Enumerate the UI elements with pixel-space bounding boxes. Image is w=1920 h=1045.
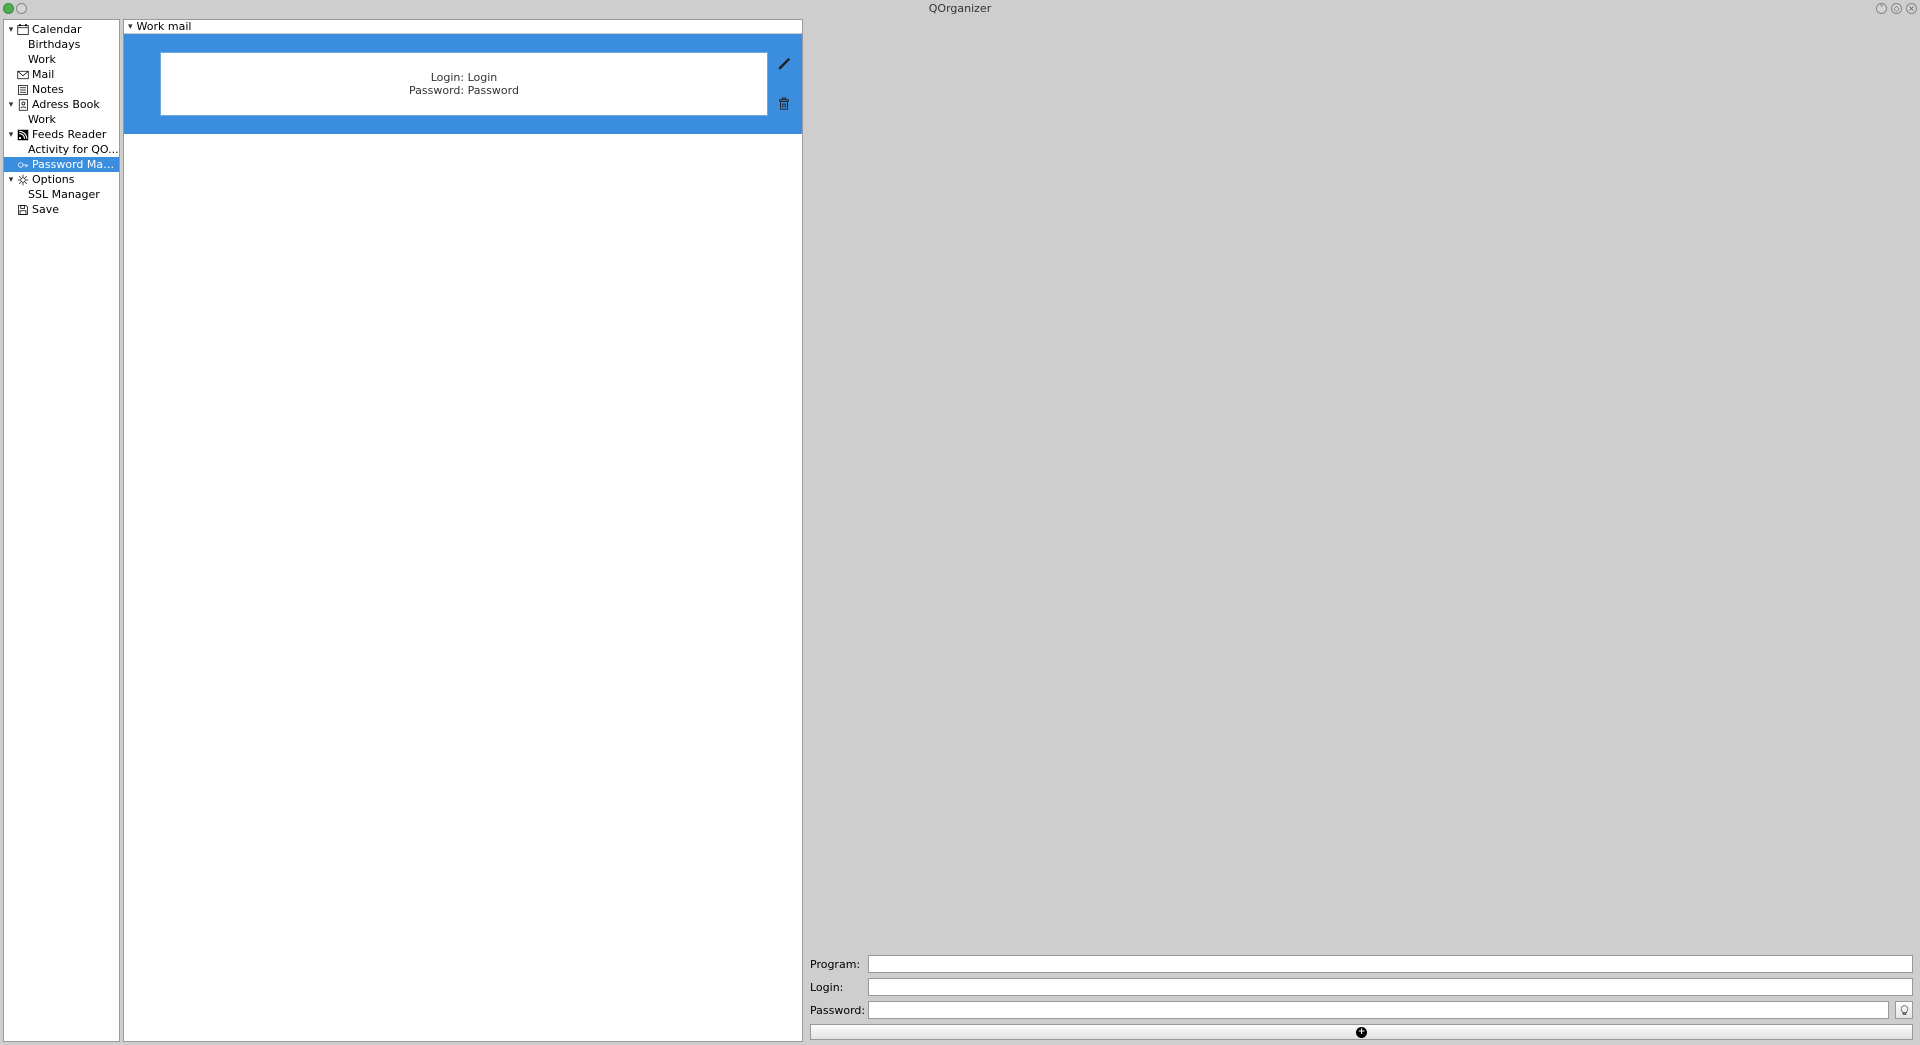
address-book-icon <box>16 98 30 112</box>
calendar-icon <box>16 23 30 37</box>
login-label: Login: <box>810 981 862 994</box>
password-entry[interactable]: Login: Login Password: Password <box>124 34 802 134</box>
add-entry-button[interactable]: + <box>810 1024 1913 1040</box>
tree-label: Password Man... <box>32 158 119 171</box>
app-title: QOrganizer <box>929 2 991 15</box>
tree-label: Options <box>32 173 119 186</box>
tree-item-notes[interactable]: ▾ Notes <box>4 82 119 97</box>
generate-password-button[interactable] <box>1895 1001 1913 1019</box>
app-icon <box>3 3 14 14</box>
tree-item-work-cal[interactable]: Work <box>4 52 119 67</box>
form-row-program: Program: <box>810 955 1913 973</box>
tree-item-password-manager[interactable]: ▾ Password Man... <box>4 157 119 172</box>
tree-label: Adress Book <box>32 98 119 111</box>
tree-label: Save <box>32 203 119 216</box>
tree-item-save[interactable]: ▾ Save <box>4 202 119 217</box>
tree-item-feeds-reader[interactable]: ▾ Feeds Reader <box>4 127 119 142</box>
delete-button[interactable] <box>776 96 792 112</box>
entry-password-line: Password: Password <box>409 84 519 97</box>
form-row-password: Password: <box>810 1001 1913 1019</box>
tree-label: Activity for QO... <box>28 143 119 156</box>
tree-label: Feeds Reader <box>32 128 119 141</box>
tree-label: Birthdays <box>28 38 119 51</box>
window-titlebar: QOrganizer ˅ ◇ × <box>0 0 1920 16</box>
titlebar-dot <box>16 3 27 14</box>
tree-item-work-addr[interactable]: Work <box>4 112 119 127</box>
password-list-panel: ▾ Work mail Login: Login Password: Passw… <box>123 19 803 1042</box>
tree-expand-icon[interactable]: ▾ <box>6 100 16 110</box>
right-panel: Program: Login: Password: + <box>806 19 1917 1042</box>
tree-item-activity-qo[interactable]: Activity for QO... <box>4 142 119 157</box>
panel-title: Work mail <box>137 20 192 33</box>
entry-password-value: Password <box>468 84 519 97</box>
tree-label: Mail <box>32 68 119 81</box>
notes-icon <box>16 83 30 97</box>
password-input[interactable] <box>868 1001 1889 1019</box>
edit-button[interactable] <box>776 56 792 72</box>
login-input[interactable] <box>868 978 1913 996</box>
tree-item-birthdays[interactable]: Birthdays <box>4 37 119 52</box>
entry-content: Login: Login Password: Password <box>160 52 768 116</box>
tree-item-ssl-manager[interactable]: SSL Manager <box>4 187 119 202</box>
entry-login-label: Login: <box>431 71 464 84</box>
password-label: Password: <box>810 1004 862 1017</box>
tree-item-calendar[interactable]: ▾ Calendar <box>4 22 119 37</box>
form-row-login: Login: <box>810 978 1913 996</box>
entry-password-label: Password: <box>409 84 464 97</box>
save-icon <box>16 203 30 217</box>
tree-item-address-book[interactable]: ▾ Adress Book <box>4 97 119 112</box>
gear-icon <box>16 173 30 187</box>
mail-icon <box>16 68 30 82</box>
tree-item-options[interactable]: ▾ Options <box>4 172 119 187</box>
tree-label: Work <box>28 113 119 126</box>
sidebar-tree[interactable]: ▾ Calendar Birthdays Work ▾ Mail ▾ Notes <box>3 19 120 1042</box>
minimize-button[interactable]: ˅ <box>1876 3 1887 14</box>
program-label: Program: <box>810 958 862 971</box>
entry-actions <box>774 52 794 116</box>
app-body: ▾ Calendar Birthdays Work ▾ Mail ▾ Notes <box>0 16 1920 1045</box>
tree-label: Calendar <box>32 23 119 36</box>
new-entry-form: Program: Login: Password: + <box>806 951 1917 1042</box>
tree-expand-icon[interactable]: ▾ <box>6 175 16 185</box>
panel-header[interactable]: ▾ Work mail <box>124 20 802 34</box>
tree-label: SSL Manager <box>28 188 119 201</box>
tree-expand-icon[interactable]: ▾ <box>6 25 16 35</box>
entry-login-line: Login: Login <box>431 71 498 84</box>
tree-item-mail[interactable]: ▾ Mail <box>4 67 119 82</box>
tree-expand-icon[interactable]: ▾ <box>6 130 16 140</box>
tree-label: Work <box>28 53 119 66</box>
entry-login-value: Login <box>468 71 498 84</box>
key-icon <box>16 158 30 172</box>
feed-icon <box>16 128 30 142</box>
program-input[interactable] <box>868 955 1913 973</box>
panel-body: Login: Login Password: Password <box>124 34 802 1041</box>
collapse-icon[interactable]: ▾ <box>128 22 133 32</box>
plus-icon: + <box>1356 1027 1367 1038</box>
maximize-button[interactable]: ◇ <box>1891 3 1902 14</box>
tree-label: Notes <box>32 83 119 96</box>
close-button[interactable]: × <box>1906 3 1917 14</box>
right-spacer <box>806 19 1917 951</box>
